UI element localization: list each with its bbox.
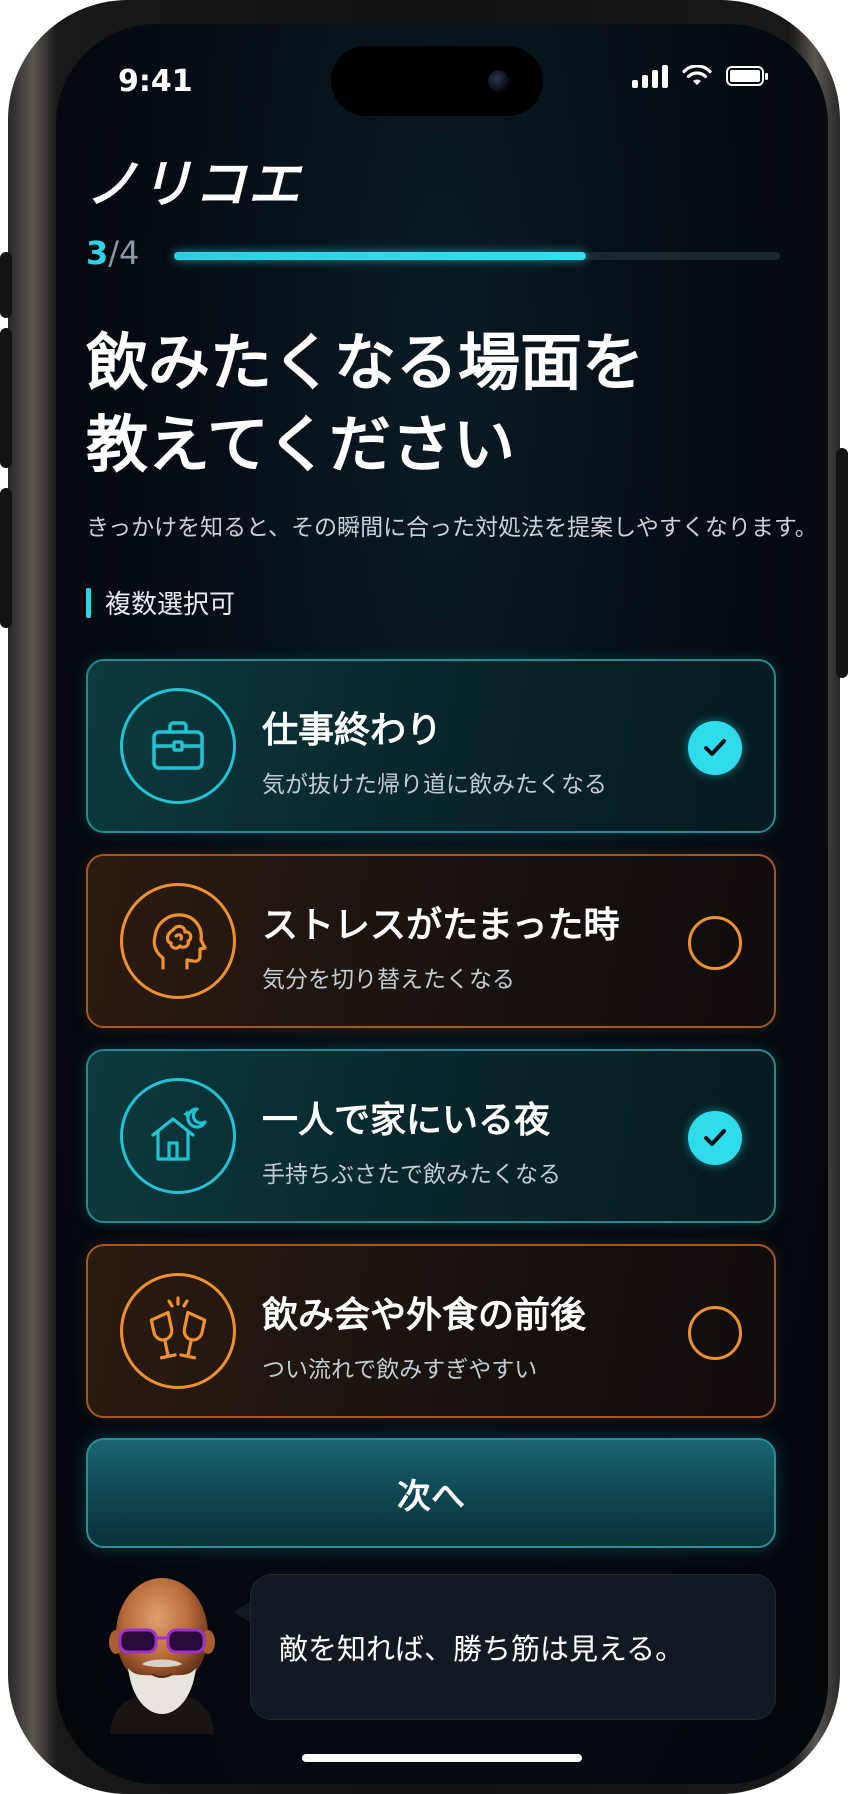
coach-avatar: [109, 1578, 215, 1734]
option-icon-circle: [120, 883, 236, 999]
option-title: 飲み会や外食の前後: [262, 1295, 587, 1336]
stressed-head-icon: [152, 913, 207, 970]
front-camera: [488, 70, 510, 92]
app-screen: 9:41 ノリコエ 3/4 飲みたくなる場面を 教えてください きっかけを知ると…: [56, 24, 828, 1784]
option-card-dining[interactable]: 飲み会や外食の前後 つい流れで飲みすぎやすい: [86, 1244, 776, 1418]
option-checkbox[interactable]: [688, 1111, 742, 1165]
checkmark-icon: [704, 739, 726, 756]
option-checkbox[interactable]: [688, 721, 742, 775]
page-title-line1: 飲みたくなる場面を: [86, 326, 645, 399]
step-current: 3: [86, 234, 109, 272]
option-description: 気が抜けた帰り道に飲みたくなる: [262, 772, 607, 798]
coach-speech-bubble: 敵を知れば、勝ち筋は見える。: [250, 1574, 776, 1720]
page-subtitle: きっかけを知ると、その瞬間に合った対処法を提案しやすくなります。: [86, 515, 818, 541]
step-counter: 3/4: [86, 234, 139, 272]
next-button[interactable]: 次へ: [86, 1438, 776, 1548]
wifi-icon: [682, 65, 712, 85]
checkmark-icon: [704, 1129, 726, 1146]
option-icon-circle: [120, 688, 236, 804]
option-description: 手持ちぶさたで飲みたくなる: [262, 1162, 561, 1188]
cellular-signal-icon: [632, 64, 668, 88]
hint-accent-bar: [86, 587, 91, 618]
step-separator: /: [108, 234, 120, 272]
option-checkbox[interactable]: [688, 1306, 742, 1360]
dynamic-island: [331, 46, 543, 116]
app-logo: ノリコエ: [86, 155, 303, 215]
power-button: [836, 448, 848, 678]
option-title: 一人で家にいる夜: [262, 1100, 551, 1141]
option-icon-circle: [120, 1273, 236, 1389]
page-title: 飲みたくなる場面を 教えてください: [86, 322, 786, 486]
phone-frame: 9:41 ノリコエ 3/4 飲みたくなる場面を 教えてください きっかけを知ると…: [0, 0, 848, 1794]
multi-select-label: 複数選択可: [105, 590, 236, 620]
option-card-work[interactable]: 仕事終わり 気が抜けた帰り道に飲みたくなる: [86, 659, 776, 833]
option-description: つい流れで飲みすぎやすい: [262, 1357, 538, 1383]
step-total: 4: [119, 234, 140, 272]
option-title: ストレスがたまった時: [262, 905, 620, 946]
status-bar: 9:41: [56, 24, 828, 134]
option-description: 気分を切り替えたくなる: [262, 967, 515, 993]
battery-icon: [726, 66, 768, 86]
option-checkbox[interactable]: [688, 916, 742, 970]
page-title-line2: 教えてください: [86, 408, 516, 481]
multi-select-hint: 複数選択可: [86, 584, 235, 621]
volume-up-button: [0, 328, 12, 468]
house-moon-icon: [151, 1107, 207, 1161]
status-time: 9:41: [118, 64, 193, 99]
option-card-night-home[interactable]: 一人で家にいる夜 手持ちぶさたで飲みたくなる: [86, 1049, 776, 1223]
option-icon-circle: [120, 1078, 236, 1194]
action-button: [0, 252, 12, 318]
option-title: 仕事終わり: [262, 710, 443, 751]
progress-bar: [174, 252, 780, 260]
option-card-stress[interactable]: ストレスがたまった時 気分を切り替えたくなる: [86, 854, 776, 1028]
volume-down-button: [0, 488, 12, 628]
progress-fill: [174, 252, 587, 260]
toast-glasses-icon: [149, 1296, 207, 1360]
briefcase-icon: [152, 721, 204, 770]
home-indicator[interactable]: [302, 1754, 582, 1762]
coach-message: 敵を知れば、勝ち筋は見える。: [279, 1632, 685, 1666]
status-icons: [632, 64, 768, 88]
